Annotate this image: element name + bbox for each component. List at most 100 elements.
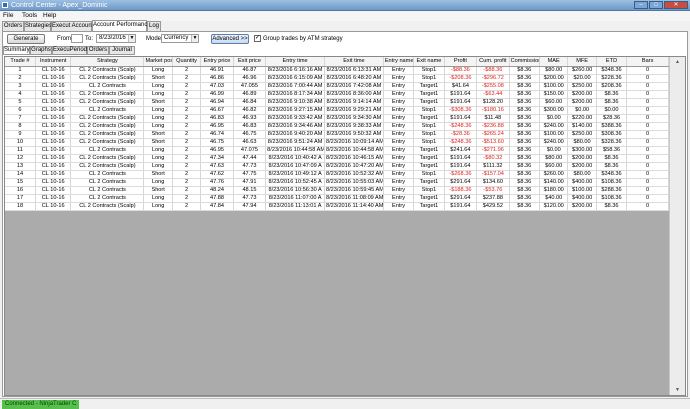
close-button[interactable]: ✕ [664, 1, 688, 9]
table-cell: 46.83 [233, 122, 267, 131]
table-row[interactable]: 5 CL 10-16 CL 2 Contracts (Scalp) Short 2 46.… [5, 98, 669, 107]
table-cell: -$180.16 [476, 106, 510, 115]
column-header[interactable]: Bars [626, 57, 669, 67]
table-cell: 8/23/2016 10:56:30 A [265, 186, 325, 195]
generate-button[interactable]: Generate [7, 34, 45, 44]
table-cell: $0.00 [539, 146, 569, 155]
table-cell: $120.00 [539, 202, 569, 211]
table-row[interactable]: 7 CL 10-16 CL 2 Contracts (Scalp) Long 2 46.8… [5, 114, 669, 123]
column-header[interactable]: Entry time [265, 57, 325, 67]
table-cell: Entry [383, 202, 415, 211]
calendar-dropdown-icon[interactable]: ▼ [128, 35, 135, 42]
table-cell: CL 10-16 [35, 170, 72, 179]
scroll-down-icon[interactable]: ▼ [672, 386, 683, 394]
column-header[interactable]: Market pos. [143, 57, 173, 67]
column-header[interactable]: Exit name [413, 57, 445, 67]
table-row[interactable]: 6 CL 10-16 CL 2 Contracts Long 2 46.67 46.82 8/… [5, 106, 669, 115]
column-header[interactable]: Quantity [172, 57, 202, 67]
column-header[interactable]: Instrument [35, 57, 72, 67]
table-row[interactable]: 11 CL 10-16 CL 2 Contracts Long 2 46.95 47.075… [5, 146, 669, 155]
table-cell: $400.00 [567, 178, 597, 187]
table-cell: $8.36 [509, 130, 541, 139]
table-row[interactable]: 1 CL 10-16 CL 2 Contracts (Scalp) Long 2 46.9… [5, 66, 669, 75]
column-header[interactable]: MFE [567, 57, 597, 67]
table-cell: $20.00 [567, 74, 597, 83]
column-header[interactable]: ETD [596, 57, 628, 67]
table-cell: CL 10-16 [35, 98, 72, 107]
table-row[interactable]: 9 CL 10-16 CL 2 Contracts (Scalp) Short 2 46.… [5, 130, 669, 139]
table-row[interactable]: 15 CL 10-16 CL 2 Contracts Long 2 47.76 47.91 8… [5, 178, 669, 187]
table-cell: CL 10-16 [35, 154, 72, 163]
to-date-field[interactable]: 8/23/2016 ▼ [96, 34, 136, 43]
menu-help[interactable]: Help [43, 12, 56, 20]
table-row[interactable]: 10 CL 10-16 CL 2 Contracts (Scalp) Short 2 46… [5, 138, 669, 147]
table-cell: 8/23/2016 10:40:42 A [265, 154, 325, 163]
table-cell: Stop1 [413, 130, 445, 139]
table-cell: 8/23/2016 10:46:15 AM [324, 154, 384, 163]
subtab-journal[interactable]: Journal [109, 46, 135, 55]
table-row[interactable]: 16 CL 10-16 CL 2 Contracts Short 2 48.24 48.15… [5, 186, 669, 195]
table-cell: Long [143, 202, 173, 211]
table-row[interactable]: 4 CL 10-16 CL 2 Contracts (Scalp) Long 2 46.9… [5, 90, 669, 99]
column-header[interactable]: Exit price [233, 57, 267, 67]
table-cell: $191.64 [444, 162, 478, 171]
table-cell: 1 [5, 66, 36, 75]
tab-orders[interactable]: Orders [2, 21, 24, 31]
table-cell: $8.36 [509, 170, 541, 179]
table-cell: $8.36 [596, 202, 628, 211]
table-cell: $80.00 [539, 66, 569, 75]
table-row[interactable]: 14 CL 10-16 CL 2 Contracts Short 2 47.62 47.75… [5, 170, 669, 179]
table-cell: 46.67 [200, 106, 234, 115]
table-cell: CL 2 Contracts (Scalp) [70, 74, 145, 83]
table-cell: $180.00 [539, 186, 569, 195]
table-cell: $200.00 [539, 74, 569, 83]
mode-select[interactable]: Currency ▼ [161, 34, 199, 43]
column-header[interactable]: Exit time [324, 57, 384, 67]
table-row[interactable]: 18 CL 10-16 CL 2 Contracts (Scalp) Long 2 47.… [5, 202, 669, 211]
table-row[interactable]: 13 CL 10-16 CL 2 Contracts (Scalp) Long 2 47.… [5, 162, 669, 171]
subtab-orders[interactable]: Orders [87, 46, 109, 55]
column-header[interactable]: Profit [444, 57, 478, 67]
group-by-atm-checkbox[interactable]: ✓ [254, 35, 261, 42]
subtab-graphs[interactable]: Graphs [30, 46, 52, 55]
table-row[interactable]: 8 CL 10-16 CL 2 Contracts (Scalp) Long 2 46.9… [5, 122, 669, 131]
scroll-up-icon[interactable]: ▲ [672, 58, 683, 66]
table-cell: 0 [626, 90, 669, 99]
subtab-execuperiods[interactable]: ExecuPeriods [52, 46, 90, 55]
column-header[interactable]: Strategy [70, 57, 145, 67]
table-row[interactable]: 12 CL 10-16 CL 2 Contracts (Scalp) Long 2 47.… [5, 154, 669, 163]
table-cell: -$63.44 [476, 90, 510, 99]
tab-account-performance[interactable]: Account Performance [92, 20, 151, 31]
table-cell: Stop1 [413, 74, 445, 83]
maximize-button[interactable]: □ [649, 1, 663, 9]
table-cell: 47.03 [200, 82, 234, 91]
from-date-field[interactable] [71, 34, 83, 43]
column-header[interactable]: MAE [539, 57, 569, 67]
table-cell: CL 2 Contracts (Scalp) [70, 130, 145, 139]
column-header[interactable]: Entry name [383, 57, 415, 67]
column-header[interactable]: Commission [509, 57, 541, 67]
table-row[interactable]: 2 CL 10-16 CL 2 Contracts (Scalp) Short 2 46.… [5, 74, 669, 83]
vertical-scrollbar[interactable]: ▲ ▼ [669, 57, 685, 395]
menu-tools[interactable]: Tools [22, 12, 37, 20]
tab-execut-accounts[interactable]: Execut Accounts [51, 21, 96, 31]
column-header[interactable]: Trade # [5, 57, 36, 67]
table-cell: 46.75 [233, 130, 267, 139]
tab-log[interactable]: Log [147, 21, 161, 31]
table-cell: 2 [172, 178, 202, 187]
column-header[interactable]: Entry price [200, 57, 234, 67]
table-cell: 2 [172, 130, 202, 139]
advanced-button[interactable]: Advanced >> [211, 34, 249, 44]
menu-file[interactable]: File [3, 12, 13, 20]
column-header[interactable]: Cum. profit [476, 57, 510, 67]
table-cell: $400.00 [567, 194, 597, 203]
table-cell: 8/23/2016 10:09:14 AM [324, 138, 384, 147]
table-cell: 2 [172, 122, 202, 131]
table-cell: $8.36 [596, 98, 628, 107]
tab-strategies[interactable]: Strategies [24, 21, 52, 31]
table-cell: 46.75 [200, 138, 234, 147]
table-row[interactable]: 3 CL 10-16 CL 2 Contracts Long 2 47.03 47.055 8… [5, 82, 669, 91]
subtab-summary[interactable]: Summary [3, 46, 30, 55]
minimize-button[interactable]: – [634, 1, 648, 9]
table-row[interactable]: 17 CL 10-16 CL 2 Contracts Long 2 47.88 47.73 8… [5, 194, 669, 203]
